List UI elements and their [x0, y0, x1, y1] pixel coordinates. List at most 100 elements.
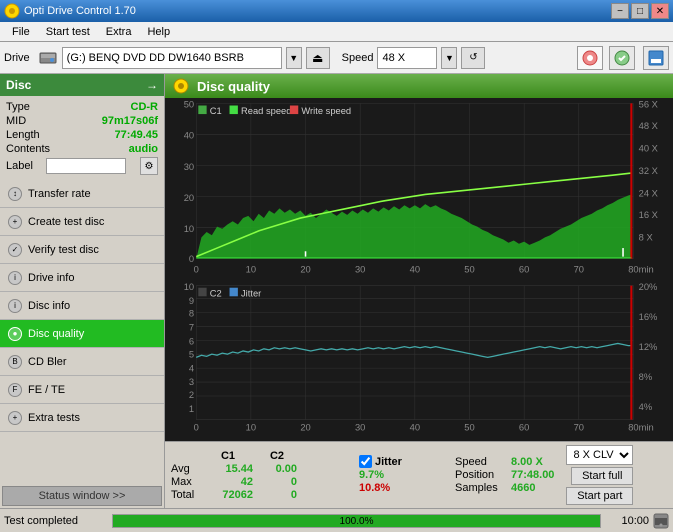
svg-text:7: 7	[189, 322, 194, 333]
position-value: 77:48.00	[511, 469, 554, 481]
svg-text:80: 80	[628, 422, 638, 433]
nav-verify-test-disc[interactable]: ✓ Verify test disc	[0, 236, 164, 264]
menu-bar: File Start test Extra Help	[0, 22, 673, 42]
disc-quality-icon: ●	[8, 327, 22, 341]
svg-text:Jitter: Jitter	[241, 288, 261, 299]
svg-text:60: 60	[519, 265, 529, 276]
svg-text:20%: 20%	[639, 282, 658, 293]
svg-text:8: 8	[189, 309, 194, 320]
svg-text:56 X: 56 X	[639, 100, 659, 111]
svg-text:40: 40	[410, 422, 420, 433]
toolbar-btn-3[interactable]	[643, 46, 669, 70]
svg-text:8 X: 8 X	[639, 232, 654, 243]
eject-button[interactable]: ⏏	[306, 47, 330, 69]
jitter-header: Jitter	[375, 456, 402, 468]
drive-icon	[38, 48, 58, 68]
clv-speed-dropdown[interactable]: 8 X CLV	[566, 445, 633, 465]
nav-cd-bler[interactable]: B CD Bler	[0, 348, 164, 376]
label-settings-button[interactable]: ⚙	[140, 157, 158, 175]
title-bar: Opti Drive Control 1.70 − □ ✕	[0, 0, 673, 22]
nav-list: ↕ Transfer rate + Create test disc ✓ Ver…	[0, 180, 164, 432]
svg-text:20: 20	[184, 193, 194, 204]
svg-text:16 X: 16 X	[639, 210, 659, 221]
samples-value: 4660	[511, 482, 535, 494]
max-c2-value: 0	[257, 476, 297, 488]
svg-text:2: 2	[189, 390, 194, 401]
svg-text:0: 0	[194, 265, 199, 276]
max-label: Max	[171, 476, 199, 488]
svg-text:10: 10	[184, 224, 194, 235]
close-button[interactable]: ✕	[651, 3, 669, 19]
type-value: CD-R	[131, 101, 159, 113]
speed-label: Speed	[342, 52, 374, 64]
main-content: Disc → Type CD-R MID 97m17s06f Length 77…	[0, 74, 673, 508]
minimize-button[interactable]: −	[611, 3, 629, 19]
label-input[interactable]	[46, 158, 126, 174]
total-label: Total	[171, 489, 199, 501]
svg-text:50: 50	[464, 422, 474, 433]
svg-text:32 X: 32 X	[639, 166, 659, 177]
status-text: Test completed	[4, 515, 104, 527]
total-c1-value: 72062	[203, 489, 253, 501]
samples-label: Samples	[455, 482, 507, 494]
verify-test-disc-icon: ✓	[8, 243, 22, 257]
menu-start-test[interactable]: Start test	[38, 24, 98, 40]
max-jitter-value: 10.8%	[359, 482, 439, 494]
svg-text:70: 70	[574, 265, 584, 276]
speed-stat-value: 8.00 X	[511, 456, 543, 468]
svg-text:4%: 4%	[639, 402, 653, 413]
nav-transfer-rate[interactable]: ↕ Transfer rate	[0, 180, 164, 208]
menu-extra[interactable]: Extra	[98, 24, 140, 40]
drive-info-icon: i	[8, 271, 22, 285]
drive-dropdown-arrow[interactable]: ▼	[286, 47, 302, 69]
svg-text:24 X: 24 X	[639, 188, 659, 199]
progress-bar: 100.0%	[112, 514, 601, 528]
menu-help[interactable]: Help	[139, 24, 178, 40]
menu-file[interactable]: File	[4, 24, 38, 40]
length-value: 77:49.45	[115, 129, 158, 141]
disc-section-header: Disc →	[0, 74, 164, 96]
create-test-disc-icon: +	[8, 215, 22, 229]
status-window-button[interactable]: Status window >>	[2, 486, 162, 506]
disc-quality-chart-icon	[173, 78, 189, 94]
svg-text:0: 0	[189, 254, 194, 265]
svg-text:9: 9	[189, 296, 194, 307]
status-time: 10:00	[609, 515, 649, 527]
svg-text:C1: C1	[210, 106, 222, 117]
position-label: Position	[455, 469, 507, 481]
transfer-rate-icon: ↕	[8, 187, 22, 201]
nav-extra-tests[interactable]: + Extra tests	[0, 404, 164, 432]
label-key: Label	[6, 160, 33, 172]
jitter-checkbox[interactable]	[359, 455, 372, 468]
nav-drive-info[interactable]: i Drive info	[0, 264, 164, 292]
svg-text:C2: C2	[210, 288, 222, 299]
nav-create-test-disc[interactable]: + Create test disc	[0, 208, 164, 236]
drive-bar: Drive (G:) BENQ DVD DD DW1640 BSRB ▼ ⏏ S…	[0, 42, 673, 74]
fe-te-icon: F	[8, 383, 22, 397]
c1-header: C1	[203, 450, 253, 462]
toolbar-btn-2[interactable]	[609, 46, 635, 70]
svg-text:1: 1	[189, 404, 194, 415]
speed-dropdown-arrow[interactable]: ▼	[441, 47, 457, 69]
start-part-button[interactable]: Start part	[566, 487, 633, 505]
drive-selector[interactable]: (G:) BENQ DVD DD DW1640 BSRB	[62, 47, 282, 69]
type-label: Type	[6, 101, 30, 113]
svg-text:40 X: 40 X	[639, 143, 659, 154]
svg-text:6: 6	[189, 336, 194, 347]
toolbar-btn-1[interactable]	[577, 46, 603, 70]
avg-label: Avg	[171, 463, 199, 475]
svg-text:30: 30	[184, 162, 194, 173]
speed-selector[interactable]: 48 X	[377, 47, 437, 69]
nav-disc-info[interactable]: i Disc info	[0, 292, 164, 320]
speed-stat-label: Speed	[455, 456, 507, 468]
start-full-button[interactable]: Start full	[571, 467, 633, 485]
speed-apply-button[interactable]: ↺	[461, 47, 485, 69]
disc-info-icon: i	[8, 299, 22, 313]
nav-fe-te[interactable]: F FE / TE	[0, 376, 164, 404]
svg-text:0: 0	[194, 422, 199, 433]
svg-text:3: 3	[189, 377, 194, 388]
maximize-button[interactable]: □	[631, 3, 649, 19]
length-label: Length	[6, 129, 40, 141]
chart-header: Disc quality	[165, 74, 673, 98]
nav-disc-quality[interactable]: ● Disc quality	[0, 320, 164, 348]
